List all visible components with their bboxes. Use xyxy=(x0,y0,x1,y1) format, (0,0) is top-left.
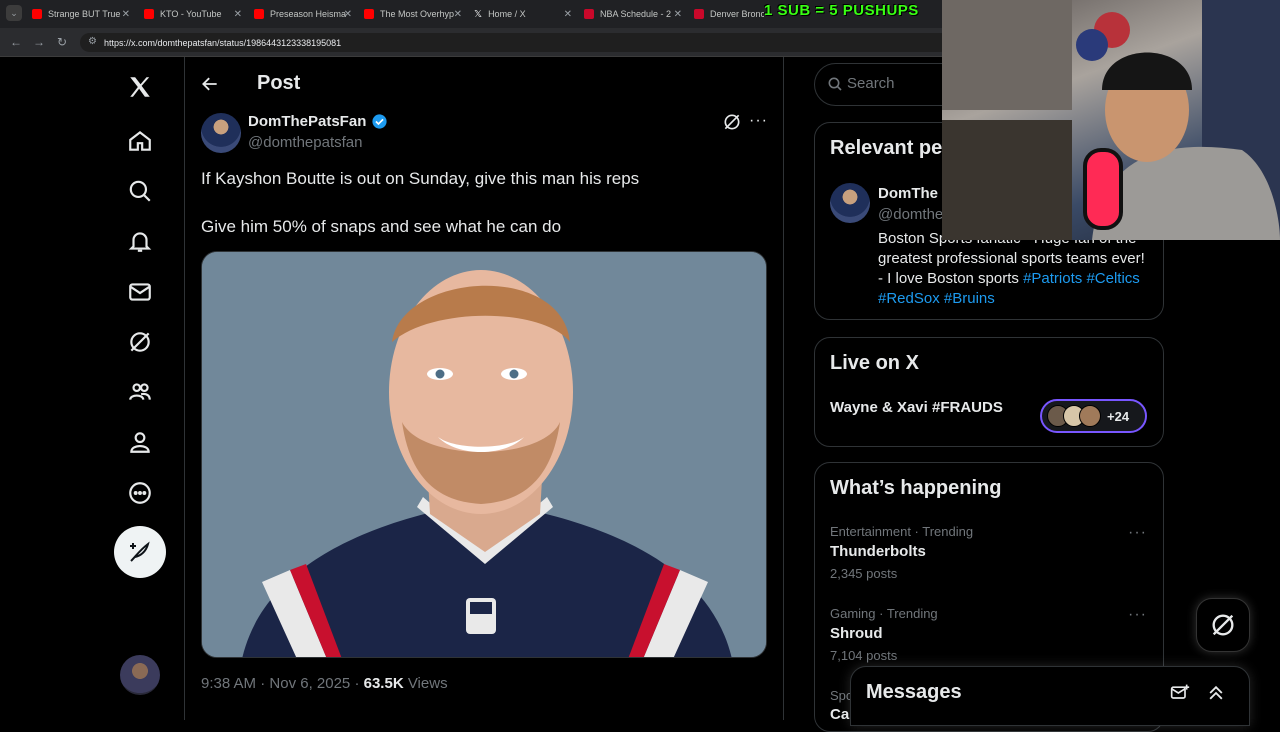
page-title: Post xyxy=(257,72,301,94)
close-tab-icon[interactable]: ✕ xyxy=(674,9,682,20)
tab-title: KTO - YouTube xyxy=(160,9,222,19)
expand-drawer-icon[interactable] xyxy=(1206,683,1226,708)
youtube-icon xyxy=(364,9,374,19)
youtube-icon xyxy=(32,9,42,19)
hashtag-link[interactable]: #Celtics xyxy=(1086,270,1139,287)
trend-name[interactable]: Shroud xyxy=(830,625,883,642)
trend-category: Gaming · Trending xyxy=(830,606,938,621)
live-space-title[interactable]: Wayne & Xavi #FRAUDS xyxy=(830,399,1003,416)
profile-icon[interactable] xyxy=(118,420,162,464)
trend-name[interactable]: Ca xyxy=(830,706,849,723)
live-on-x-title: Live on X xyxy=(830,352,919,374)
hashtag-link[interactable]: #RedSox xyxy=(878,290,940,307)
browser-tab[interactable]: Preseason Heisma ✕ xyxy=(254,4,352,24)
browser-tab-active[interactable]: 𝕏 Home / X ✕ xyxy=(474,4,572,24)
grok-icon xyxy=(1212,614,1234,636)
browser-tab[interactable]: Denver Broncos xyxy=(694,4,764,24)
post-time[interactable]: 9:38 AM xyxy=(201,675,256,692)
hashtag-link[interactable]: #Patriots xyxy=(1023,270,1082,287)
views-count: 63.5K xyxy=(363,675,404,692)
column-divider xyxy=(783,57,784,720)
tab-title: Home / X xyxy=(488,9,526,19)
relevant-people-title: Relevant pe xyxy=(830,137,943,159)
live-space-listeners[interactable]: +24 xyxy=(1040,399,1147,433)
search-placeholder: Search xyxy=(847,75,895,92)
webcam-overlay xyxy=(942,0,1280,240)
trend-name[interactable]: Thunderbolts xyxy=(830,543,926,560)
tab-title: The Most Overhyp xyxy=(380,9,455,19)
trend-category: Entertainment · Trending xyxy=(830,524,974,539)
column-divider xyxy=(184,57,185,720)
close-tab-icon[interactable]: ✕ xyxy=(234,9,242,20)
site-info-icon[interactable]: ⚙ xyxy=(88,36,97,47)
compose-post-button[interactable] xyxy=(114,526,166,578)
compose-post-icon xyxy=(130,541,150,562)
post-text: If Kayshon Boutte is out on Sunday, give… xyxy=(201,169,640,188)
trend-more-icon[interactable]: ··· xyxy=(1128,524,1147,542)
post-image[interactable] xyxy=(201,251,767,658)
listener-extra-count: +24 xyxy=(1107,408,1130,424)
author-name[interactable]: DomThePatsFan xyxy=(248,113,366,130)
whats-happening-title: What’s happening xyxy=(830,477,1002,499)
more-options-icon[interactable]: ··· xyxy=(749,112,768,130)
new-message-icon[interactable] xyxy=(1170,683,1190,708)
x-logo-icon: 𝕏 xyxy=(474,9,483,20)
back-arrow-icon[interactable] xyxy=(200,74,220,99)
grok-floating-button[interactable] xyxy=(1196,598,1250,652)
author-avatar[interactable] xyxy=(201,113,241,153)
tab-title: Strange BUT True xyxy=(48,9,121,19)
espn-icon xyxy=(584,9,594,19)
messages-icon[interactable] xyxy=(118,270,162,314)
forward-icon[interactable]: → xyxy=(33,35,45,49)
close-tab-icon[interactable]: ✕ xyxy=(564,9,572,20)
browser-tab[interactable]: NBA Schedule - 2 ✕ xyxy=(584,4,682,24)
close-tab-icon[interactable]: ✕ xyxy=(344,9,352,20)
tab-list-icon[interactable]: ⌄ xyxy=(6,5,22,21)
relevant-user-bio: Boston Sports fanatic - Huge fan of the … xyxy=(878,229,1148,309)
author-name-row[interactable]: DomThePatsFan xyxy=(248,113,388,130)
post-date[interactable]: Nov 6, 2025 xyxy=(269,675,350,692)
communities-icon[interactable] xyxy=(118,370,162,414)
relevant-user-name[interactable]: DomThe xyxy=(878,185,938,202)
trend-post-count: 2,345 posts xyxy=(830,566,898,581)
relevant-user-handle[interactable]: @domthe xyxy=(878,206,943,223)
search-icon xyxy=(827,76,843,97)
trend-more-icon[interactable]: ··· xyxy=(1128,606,1147,624)
author-handle[interactable]: @domthepatsfan xyxy=(248,134,362,151)
explore-icon[interactable] xyxy=(118,169,162,213)
post-metadata: 9:38 AM · Nov 6, 2025 · 63.5K Views xyxy=(201,675,448,692)
url-field[interactable]: ⚙ https://x.com/domthepatsfan/status/198… xyxy=(80,33,950,52)
hashtag-link[interactable]: #Bruins xyxy=(944,290,995,307)
tab-title: NBA Schedule - 2 xyxy=(600,9,672,19)
views-label: Views xyxy=(407,675,448,692)
more-icon[interactable] xyxy=(118,471,162,515)
listener-avatar xyxy=(1079,405,1101,427)
grok-icon[interactable] xyxy=(118,320,162,364)
close-tab-icon[interactable]: ✕ xyxy=(454,9,462,20)
tab-title: Preseason Heisma xyxy=(270,9,347,19)
account-avatar[interactable] xyxy=(120,655,160,695)
espn-icon xyxy=(694,9,704,19)
browser-tab[interactable]: KTO - YouTube ✕ xyxy=(144,4,242,24)
messages-drawer-title[interactable]: Messages xyxy=(866,681,962,704)
left-navigation xyxy=(100,57,184,720)
x-logo-icon[interactable] xyxy=(118,65,162,109)
trend-post-count: 7,104 posts xyxy=(830,648,898,663)
close-tab-icon[interactable]: ✕ xyxy=(122,9,130,20)
grok-explain-icon[interactable] xyxy=(722,112,742,137)
browser-tab[interactable]: The Most Overhyp ✕ xyxy=(364,4,462,24)
back-icon[interactable]: ← xyxy=(10,35,22,49)
post-text: Give him 50% of snaps and see what he ca… xyxy=(201,217,562,236)
youtube-icon xyxy=(254,9,264,19)
browser-tab[interactable]: Strange BUT True ✕ xyxy=(32,4,130,24)
youtube-icon xyxy=(144,9,154,19)
stream-overlay-text: 1 SUB = 5 PUSHUPS xyxy=(764,2,919,19)
relevant-user-avatar[interactable] xyxy=(830,183,870,223)
home-icon[interactable] xyxy=(118,119,162,163)
tab-title: Denver Broncos xyxy=(710,9,764,19)
notifications-icon[interactable] xyxy=(118,219,162,263)
reload-icon[interactable]: ↻ xyxy=(57,35,67,49)
verified-badge-icon xyxy=(372,114,387,129)
url-text: https://x.com/domthepatsfan/status/19864… xyxy=(104,37,342,48)
